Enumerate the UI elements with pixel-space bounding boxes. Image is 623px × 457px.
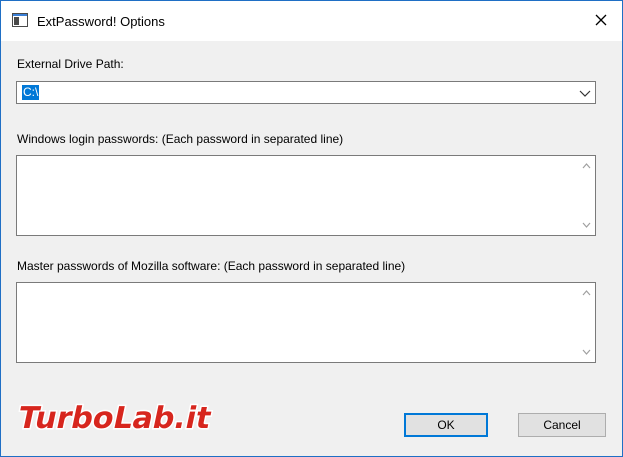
options-window: ExtPassword! Options External Drive Path… [0,0,623,457]
scroll-down-icon[interactable] [582,349,591,355]
title-bar[interactable]: ExtPassword! Options [1,1,622,41]
mozilla-passwords-label: Master passwords of Mozilla software: (E… [17,259,406,273]
chevron-down-icon[interactable] [579,88,591,98]
scroll-down-icon[interactable] [582,222,591,228]
drive-path-combobox[interactable]: C:\ [16,81,596,104]
drive-path-value[interactable]: C:\ [22,85,40,100]
app-icon [12,13,28,27]
turbolab-watermark-logo: TurboLab.it [13,400,216,436]
ok-button[interactable]: OK [404,413,488,437]
mozilla-passwords-textarea[interactable] [16,282,596,363]
drive-path-label: External Drive Path: [17,57,124,71]
windows-passwords-label: Windows login passwords: (Each password … [17,132,344,146]
windows-passwords-scrollbar[interactable] [578,156,595,235]
close-icon [595,14,607,26]
scroll-up-icon[interactable] [582,163,591,169]
cancel-button[interactable]: Cancel [518,413,606,437]
windows-passwords-textarea[interactable] [16,155,596,236]
mozilla-passwords-scrollbar[interactable] [578,283,595,362]
watermark-text: TurboLab.it [15,401,215,436]
close-button[interactable] [579,1,622,41]
scroll-up-icon[interactable] [582,290,591,296]
window-title: ExtPassword! Options [37,14,165,29]
